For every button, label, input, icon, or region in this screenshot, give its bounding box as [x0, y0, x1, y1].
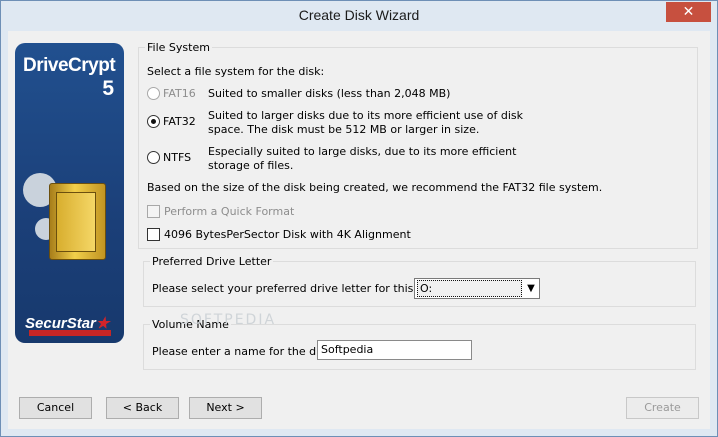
- fat32-description-line2: space. The disk must be 512 MB or larger…: [208, 123, 480, 136]
- drive-letter-select[interactable]: O: ▼: [414, 278, 540, 299]
- create-button[interactable]: Create: [626, 397, 699, 419]
- back-button[interactable]: < Back: [106, 397, 179, 419]
- logo-product-name: DriveCrypt: [23, 55, 116, 76]
- ntfs-description-line1: Especially suited to large disks, due to…: [208, 145, 517, 158]
- fat32-label[interactable]: FAT32: [163, 115, 196, 128]
- drive-letter-prompt: Please select your preferred drive lette…: [152, 282, 440, 295]
- fat32-description-line1: Suited to larger disks due to its more e…: [208, 109, 523, 122]
- safe-icon: [49, 183, 106, 260]
- fat16-description: Suited to smaller disks (less than 2,048…: [208, 87, 451, 100]
- drive-letter-value: O:: [417, 280, 522, 297]
- alignment-checkbox[interactable]: [147, 228, 160, 241]
- quick-format-label[interactable]: Perform a Quick Format: [164, 205, 294, 218]
- drivecrypt-logo: DriveCrypt 5 SecurStar★: [15, 43, 124, 343]
- ntfs-label[interactable]: NTFS: [163, 151, 191, 164]
- volume-name-input[interactable]: Softpedia: [317, 340, 472, 360]
- ntfs-description-line2: storage of files.: [208, 159, 294, 172]
- logo-stripe: [29, 330, 111, 336]
- fat16-radio[interactable]: [147, 87, 160, 100]
- next-button[interactable]: Next >: [189, 397, 262, 419]
- file-system-prompt: Select a file system for the disk:: [147, 65, 325, 78]
- quick-format-checkbox[interactable]: [147, 205, 160, 218]
- close-button[interactable]: ✕: [666, 2, 711, 22]
- chevron-down-icon[interactable]: ▼: [523, 279, 539, 298]
- drive-letter-legend: Preferred Drive Letter: [150, 255, 274, 268]
- alignment-label[interactable]: 4096 BytesPerSector Disk with 4K Alignme…: [164, 228, 411, 241]
- window-title: Create Disk Wizard: [298, 7, 420, 23]
- fat16-label[interactable]: FAT16: [163, 87, 196, 100]
- recommendation-text: Based on the size of the disk being crea…: [147, 181, 603, 194]
- logo-product-version: 5: [102, 77, 114, 100]
- volume-name-prompt: Please enter a name for the disk: [152, 345, 332, 358]
- fat32-radio[interactable]: [147, 115, 160, 128]
- watermark-text: SOFTPEDIA: [180, 312, 277, 328]
- title-bar[interactable]: Create Disk Wizard ✕: [1, 1, 717, 32]
- cancel-button[interactable]: Cancel: [19, 397, 92, 419]
- file-system-legend: File System: [145, 41, 212, 54]
- ntfs-radio[interactable]: [147, 151, 160, 164]
